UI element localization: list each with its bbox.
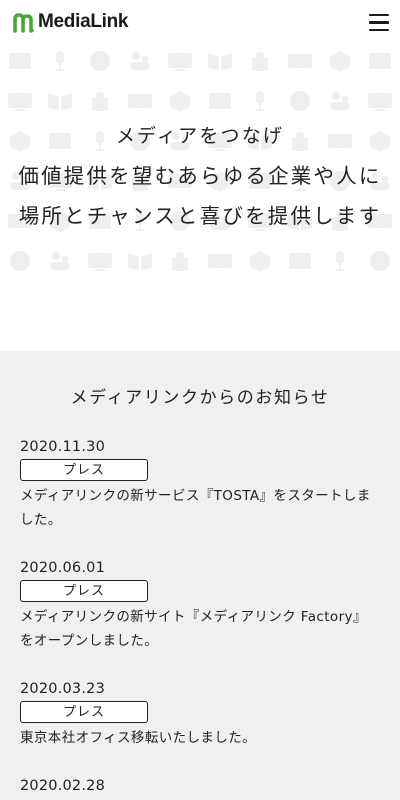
logo-text: MediaLink (38, 11, 129, 32)
pattern-icon (290, 91, 310, 111)
pattern-icon (90, 51, 110, 71)
news-tag-button[interactable]: プレス (20, 580, 148, 602)
news-link[interactable]: メディアリンクの新サービス『TOSTA』をスタートしました。 (20, 484, 380, 532)
pattern-icon (330, 92, 350, 110)
medialink-logo-icon (13, 13, 34, 33)
pattern-icon (48, 94, 72, 110)
pattern-icon (88, 253, 112, 271)
news-link[interactable]: メディアリンクの新サイト『メディアリンク Factory』 をオープンしました。 (20, 605, 380, 653)
news-item: 2020.03.23 プレス 東京本社オフィス移転いたしました。 (20, 678, 380, 750)
pattern-icon (55, 51, 65, 71)
pattern-icon (168, 53, 192, 71)
pattern-icon (92, 92, 108, 111)
hero-line-2: 価値提供を望むあらゆる企業や人に (18, 164, 382, 188)
pattern-icon (209, 93, 231, 109)
pattern-icon (10, 251, 30, 271)
pattern-icon (8, 93, 32, 111)
site-logo[interactable]: MediaLink (12, 11, 129, 33)
hero-line-3: 場所とチャンスと喜びを提供します (18, 204, 382, 228)
pattern-icon (170, 91, 190, 112)
pattern-icon (250, 251, 270, 272)
hamburger-menu-icon[interactable] (369, 14, 389, 32)
news-item: 2020.06.01 プレス メディアリンクの新サイト『メディアリンク Fact… (20, 557, 380, 653)
pattern-icon (330, 51, 350, 72)
hero-message: メディアをつなげ 価値提供を望むあらゆる企業や人に 場所とチャンスと喜びを提供し… (0, 116, 400, 236)
news-section: メディアリンクからのお知らせ 2020.11.30 プレス メディアリンクの新サ… (0, 351, 400, 800)
pattern-icon (130, 52, 150, 70)
hero-line-1: メディアをつなげ (115, 125, 285, 147)
pattern-icon (368, 93, 392, 111)
pattern-icon (252, 52, 268, 71)
news-item: 2020.11.30 プレス メディアリンクの新サービス『TOSTA』をスタート… (20, 436, 380, 532)
news-date: 2020.11.30 (20, 439, 106, 455)
news-section-title: メディアリンクからのお知らせ (70, 388, 330, 408)
pattern-icon (172, 252, 188, 271)
pattern-icon (50, 252, 70, 270)
site-header: MediaLink (0, 0, 400, 46)
news-date: 2020.03.23 (20, 681, 106, 697)
pattern-icon (9, 53, 31, 69)
news-tag-button[interactable]: プレス (20, 701, 148, 723)
news-date: 2020.06.01 (20, 560, 106, 576)
hero-section: メディアをつなげ 価値提供を望むあらゆる企業や人に 場所とチャンスと喜びを提供し… (0, 46, 400, 351)
pattern-icon (289, 253, 311, 269)
pattern-icon (128, 254, 152, 270)
pattern-icon (369, 53, 391, 69)
pattern-icon (370, 251, 390, 271)
pattern-icon (128, 94, 152, 108)
news-tag-button[interactable]: プレス (20, 459, 148, 481)
pattern-icon (208, 254, 232, 268)
pattern-icon (208, 54, 232, 70)
pattern-icon (255, 91, 265, 111)
news-date: 2020.02.28 (20, 778, 106, 794)
news-item: 2020.02.28 (20, 775, 380, 797)
news-link[interactable]: 東京本社オフィス移転いたしました。 (20, 726, 380, 750)
pattern-icon (288, 54, 312, 68)
pattern-icon (335, 251, 345, 271)
